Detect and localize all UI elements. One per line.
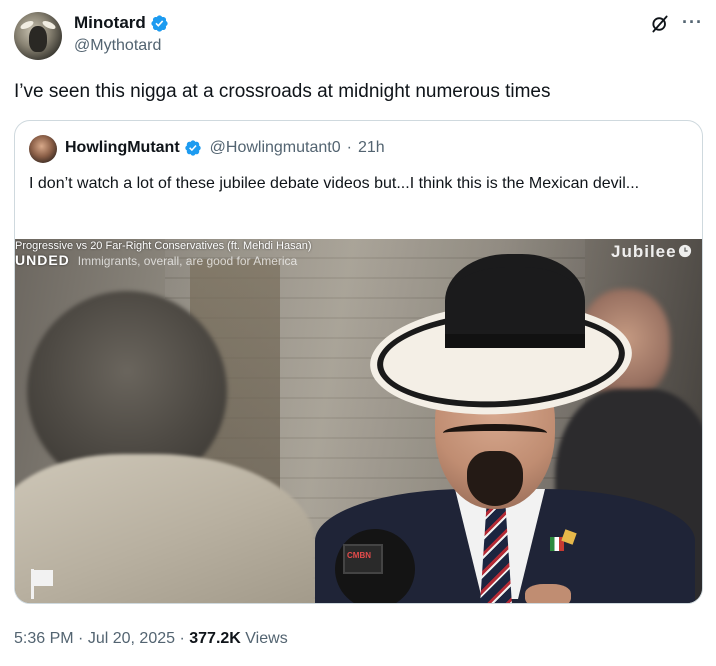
clock-icon <box>678 244 691 258</box>
tweet-time[interactable]: 5:36 PM <box>14 630 74 647</box>
tweet-date[interactable]: Jul 20, 2025 <box>88 630 175 647</box>
quote-author-avatar[interactable] <box>29 135 57 163</box>
views-count: 377.2K <box>189 630 241 647</box>
author-name[interactable]: Minotard <box>74 13 169 33</box>
jubilee-logo-text: Jubilee <box>611 242 677 261</box>
meta-separator: · <box>78 630 88 647</box>
quote-age[interactable]: 21h <box>358 139 385 157</box>
video-subtitle: UNDED Immigrants, overall, are good for … <box>15 252 297 268</box>
author-handle[interactable]: @Mythotard <box>74 37 161 55</box>
quote-text: I don’t watch a lot of these jubilee deb… <box>29 175 640 192</box>
video-title: Progressive vs 20 Far-Right Conservative… <box>15 240 312 252</box>
more-icon[interactable]: ··· <box>682 12 703 33</box>
flag-icon[interactable] <box>29 567 55 599</box>
meta-separator: · <box>179 630 190 647</box>
video-caption: Immigrants, overall, are good for Americ… <box>77 254 298 268</box>
author-name-text[interactable]: Minotard <box>74 13 146 33</box>
tweet-meta: 5:36 PM · Jul 20, 2025 · 377.2K Views <box>14 630 288 648</box>
grok-icon[interactable] <box>650 14 670 34</box>
verified-badge-icon <box>184 140 201 156</box>
author-avatar[interactable] <box>14 12 62 60</box>
tweet-text: I’ve seen this nigga at a crossroads at … <box>14 81 551 102</box>
verified-badge-icon <box>151 14 168 32</box>
quote-header: HowlingMutant @Howlingmutant0 · 21h <box>65 139 385 157</box>
jubilee-logo: Jubilee <box>611 242 692 262</box>
quote-video[interactable]: CMBN Progressive vs 20 Far-Right Conserv… <box>15 239 702 603</box>
quote-separator: · <box>346 139 352 156</box>
quote-author-handle[interactable]: @Howlingmutant0 <box>210 139 341 157</box>
quote-tweet-card[interactable]: HowlingMutant @Howlingmutant0 · 21h I do… <box>14 120 703 604</box>
views-label: Views <box>245 630 288 647</box>
quote-author-name[interactable]: HowlingMutant <box>65 139 180 157</box>
video-brand: UNDED <box>15 252 70 268</box>
